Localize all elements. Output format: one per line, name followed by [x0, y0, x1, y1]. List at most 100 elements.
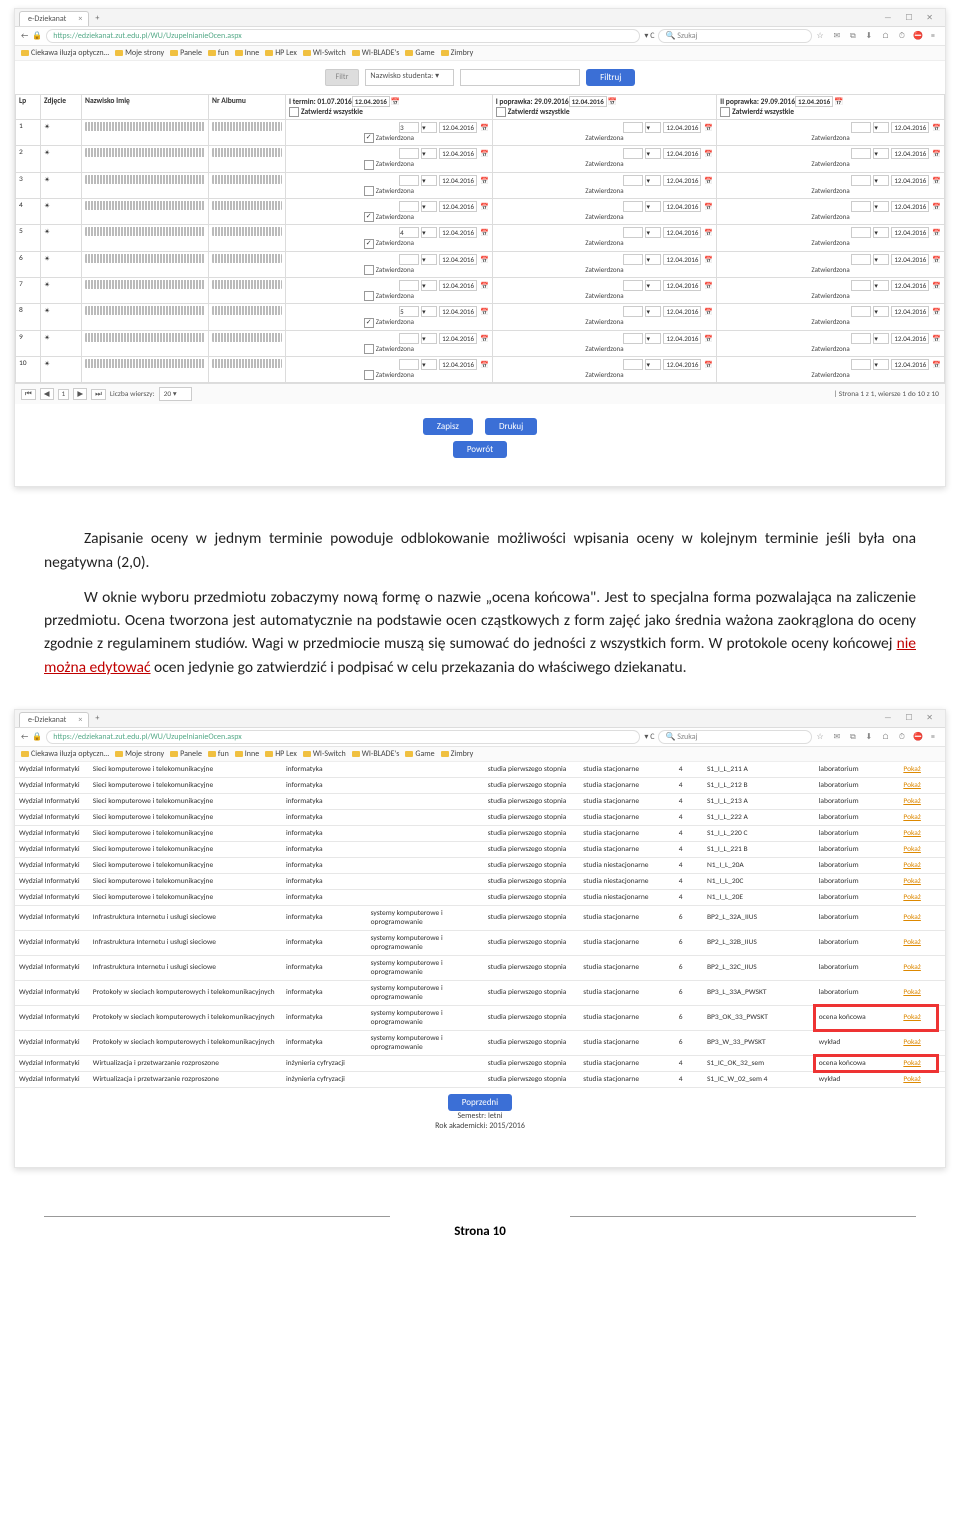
- calendar-icon[interactable]: 📅: [704, 281, 713, 290]
- dropdown-icon[interactable]: ▾ C: [644, 31, 654, 41]
- grade-input[interactable]: [851, 359, 871, 370]
- cell-show[interactable]: Pokaż: [899, 1071, 945, 1087]
- calendar-icon[interactable]: 📅: [704, 360, 713, 369]
- prev-button[interactable]: Poprzedni: [448, 1094, 512, 1111]
- bookmark-item[interactable]: HP Lex: [265, 48, 297, 58]
- grade-input[interactable]: 5: [399, 306, 419, 317]
- date-field[interactable]: 12.04.2016: [663, 227, 701, 238]
- grade-input[interactable]: [851, 280, 871, 291]
- url-field[interactable]: https://edziekanat.zut.edu.pl/WU/Uzupeln…: [46, 730, 640, 744]
- filter-apply-button[interactable]: Filtruj: [586, 69, 635, 86]
- back-icon[interactable]: ←: [21, 732, 28, 742]
- bookmark-item[interactable]: Zimbry: [441, 48, 474, 58]
- cell-show[interactable]: Pokaż: [899, 873, 945, 889]
- menu-icon[interactable]: ≡: [931, 732, 939, 742]
- date-field[interactable]: 12.04.2016: [663, 201, 701, 212]
- grade-select[interactable]: ▾: [421, 333, 437, 344]
- approve-all-checkbox[interactable]: [289, 107, 299, 117]
- grade-input[interactable]: [851, 227, 871, 238]
- date-field[interactable]: 12.04.2016: [663, 333, 701, 344]
- bookmark-item[interactable]: Inne: [235, 48, 259, 58]
- cell-show[interactable]: Pokaż: [899, 930, 945, 955]
- calendar-icon[interactable]: 📅: [932, 228, 941, 237]
- cell-show[interactable]: Pokaż: [899, 1055, 945, 1071]
- grade-select[interactable]: ▾: [421, 254, 437, 265]
- calendar-icon[interactable]: 📅: [480, 360, 489, 369]
- bookmark-item[interactable]: fun: [208, 48, 229, 58]
- bookmark-item[interactable]: Ciekawa iluzja optyczn…: [21, 749, 109, 759]
- grade-input[interactable]: [623, 227, 643, 238]
- calendar-icon[interactable]: 📅: [704, 202, 713, 211]
- date-field[interactable]: 12.04.2016: [439, 122, 477, 133]
- calendar-icon[interactable]: 📅: [932, 255, 941, 264]
- bookmark-item[interactable]: HP Lex: [265, 749, 297, 759]
- pager-last[interactable]: ⏭: [91, 389, 106, 400]
- date-field[interactable]: 12.04.2016: [439, 148, 477, 159]
- bookmark-item[interactable]: Ciekawa iluzja optyczn…: [21, 48, 109, 58]
- approve-checkbox[interactable]: [364, 133, 374, 143]
- approve-checkbox[interactable]: [364, 318, 374, 328]
- approve-checkbox[interactable]: [364, 265, 374, 275]
- cell-show[interactable]: Pokaż: [899, 825, 945, 841]
- new-tab-icon[interactable]: +: [95, 13, 99, 23]
- calendar-icon[interactable]: 📅: [480, 149, 489, 158]
- url-field[interactable]: https://edziekanat.zut.edu.pl/WU/Uzupeln…: [46, 29, 640, 43]
- calendar-icon[interactable]: 📅: [932, 149, 941, 158]
- grade-input[interactable]: [851, 122, 871, 133]
- grade-select[interactable]: ▾: [873, 359, 889, 370]
- date-field[interactable]: 12.04.2016: [891, 227, 929, 238]
- date-field[interactable]: 12.04.2016: [663, 306, 701, 317]
- bookmark-item[interactable]: WI-Switch: [303, 749, 346, 759]
- bookmark-item[interactable]: Moje strony: [115, 48, 164, 58]
- bookmark-item[interactable]: Game: [405, 48, 434, 58]
- approve-checkbox[interactable]: [364, 344, 374, 354]
- new-tab-icon[interactable]: +: [95, 713, 99, 723]
- date-field[interactable]: 12.04.2016: [439, 306, 477, 317]
- calendar-icon[interactable]: 📅: [704, 228, 713, 237]
- grade-input[interactable]: [623, 122, 643, 133]
- bookmark-item[interactable]: Inne: [235, 749, 259, 759]
- grade-input[interactable]: [851, 254, 871, 265]
- grade-select[interactable]: ▾: [421, 148, 437, 159]
- search-field[interactable]: 🔍 Szukaj: [658, 730, 812, 744]
- grade-input[interactable]: [623, 333, 643, 344]
- cell-show[interactable]: Pokaż: [899, 857, 945, 873]
- calendar-icon[interactable]: 📅: [704, 255, 713, 264]
- bookmark-item[interactable]: Game: [405, 749, 434, 759]
- calendar-icon[interactable]: 📅: [704, 307, 713, 316]
- approve-all-checkbox[interactable]: [496, 107, 506, 117]
- grade-input[interactable]: 4: [399, 227, 419, 238]
- grade-select[interactable]: ▾: [645, 175, 661, 186]
- calendar-icon[interactable]: 📅: [932, 334, 941, 343]
- approve-checkbox[interactable]: [364, 291, 374, 301]
- calendar-icon[interactable]: 📅: [932, 307, 941, 316]
- grade-select[interactable]: ▾: [645, 280, 661, 291]
- grade-select[interactable]: ▾: [421, 201, 437, 212]
- toolbar-icons[interactable]: ☆ ✉ ⧉ ⬇ ⌂ ⏱: [816, 31, 909, 41]
- approve-checkbox[interactable]: [364, 186, 374, 196]
- calendar-icon[interactable]: 📅: [480, 255, 489, 264]
- date-field[interactable]: 12.04.2016: [891, 306, 929, 317]
- calendar-icon[interactable]: 📅: [932, 202, 941, 211]
- grade-select[interactable]: ▾: [645, 333, 661, 344]
- browser-tab[interactable]: e-Dziekanat×: [19, 11, 89, 26]
- date-field[interactable]: 12.04.2016: [663, 359, 701, 370]
- window-buttons[interactable]: — ☐ ✕: [878, 711, 945, 725]
- filter-input[interactable]: [460, 69, 580, 86]
- calendar-icon[interactable]: 📅: [704, 176, 713, 185]
- calendar-icon[interactable]: 📅: [480, 281, 489, 290]
- bookmark-item[interactable]: Panele: [170, 749, 202, 759]
- grade-select[interactable]: ▾: [421, 175, 437, 186]
- grade-input[interactable]: [623, 148, 643, 159]
- bookmark-item[interactable]: Zimbry: [441, 749, 474, 759]
- grade-input[interactable]: [623, 201, 643, 212]
- calendar-icon[interactable]: 📅: [704, 334, 713, 343]
- cell-show[interactable]: Pokaż: [899, 905, 945, 930]
- grade-select[interactable]: ▾: [645, 254, 661, 265]
- grade-input[interactable]: [851, 148, 871, 159]
- bookmark-item[interactable]: WI-Switch: [303, 48, 346, 58]
- grade-input[interactable]: [399, 254, 419, 265]
- calendar-icon[interactable]: 📅: [480, 307, 489, 316]
- grade-input[interactable]: [399, 148, 419, 159]
- date-field[interactable]: 12.04.2016: [891, 148, 929, 159]
